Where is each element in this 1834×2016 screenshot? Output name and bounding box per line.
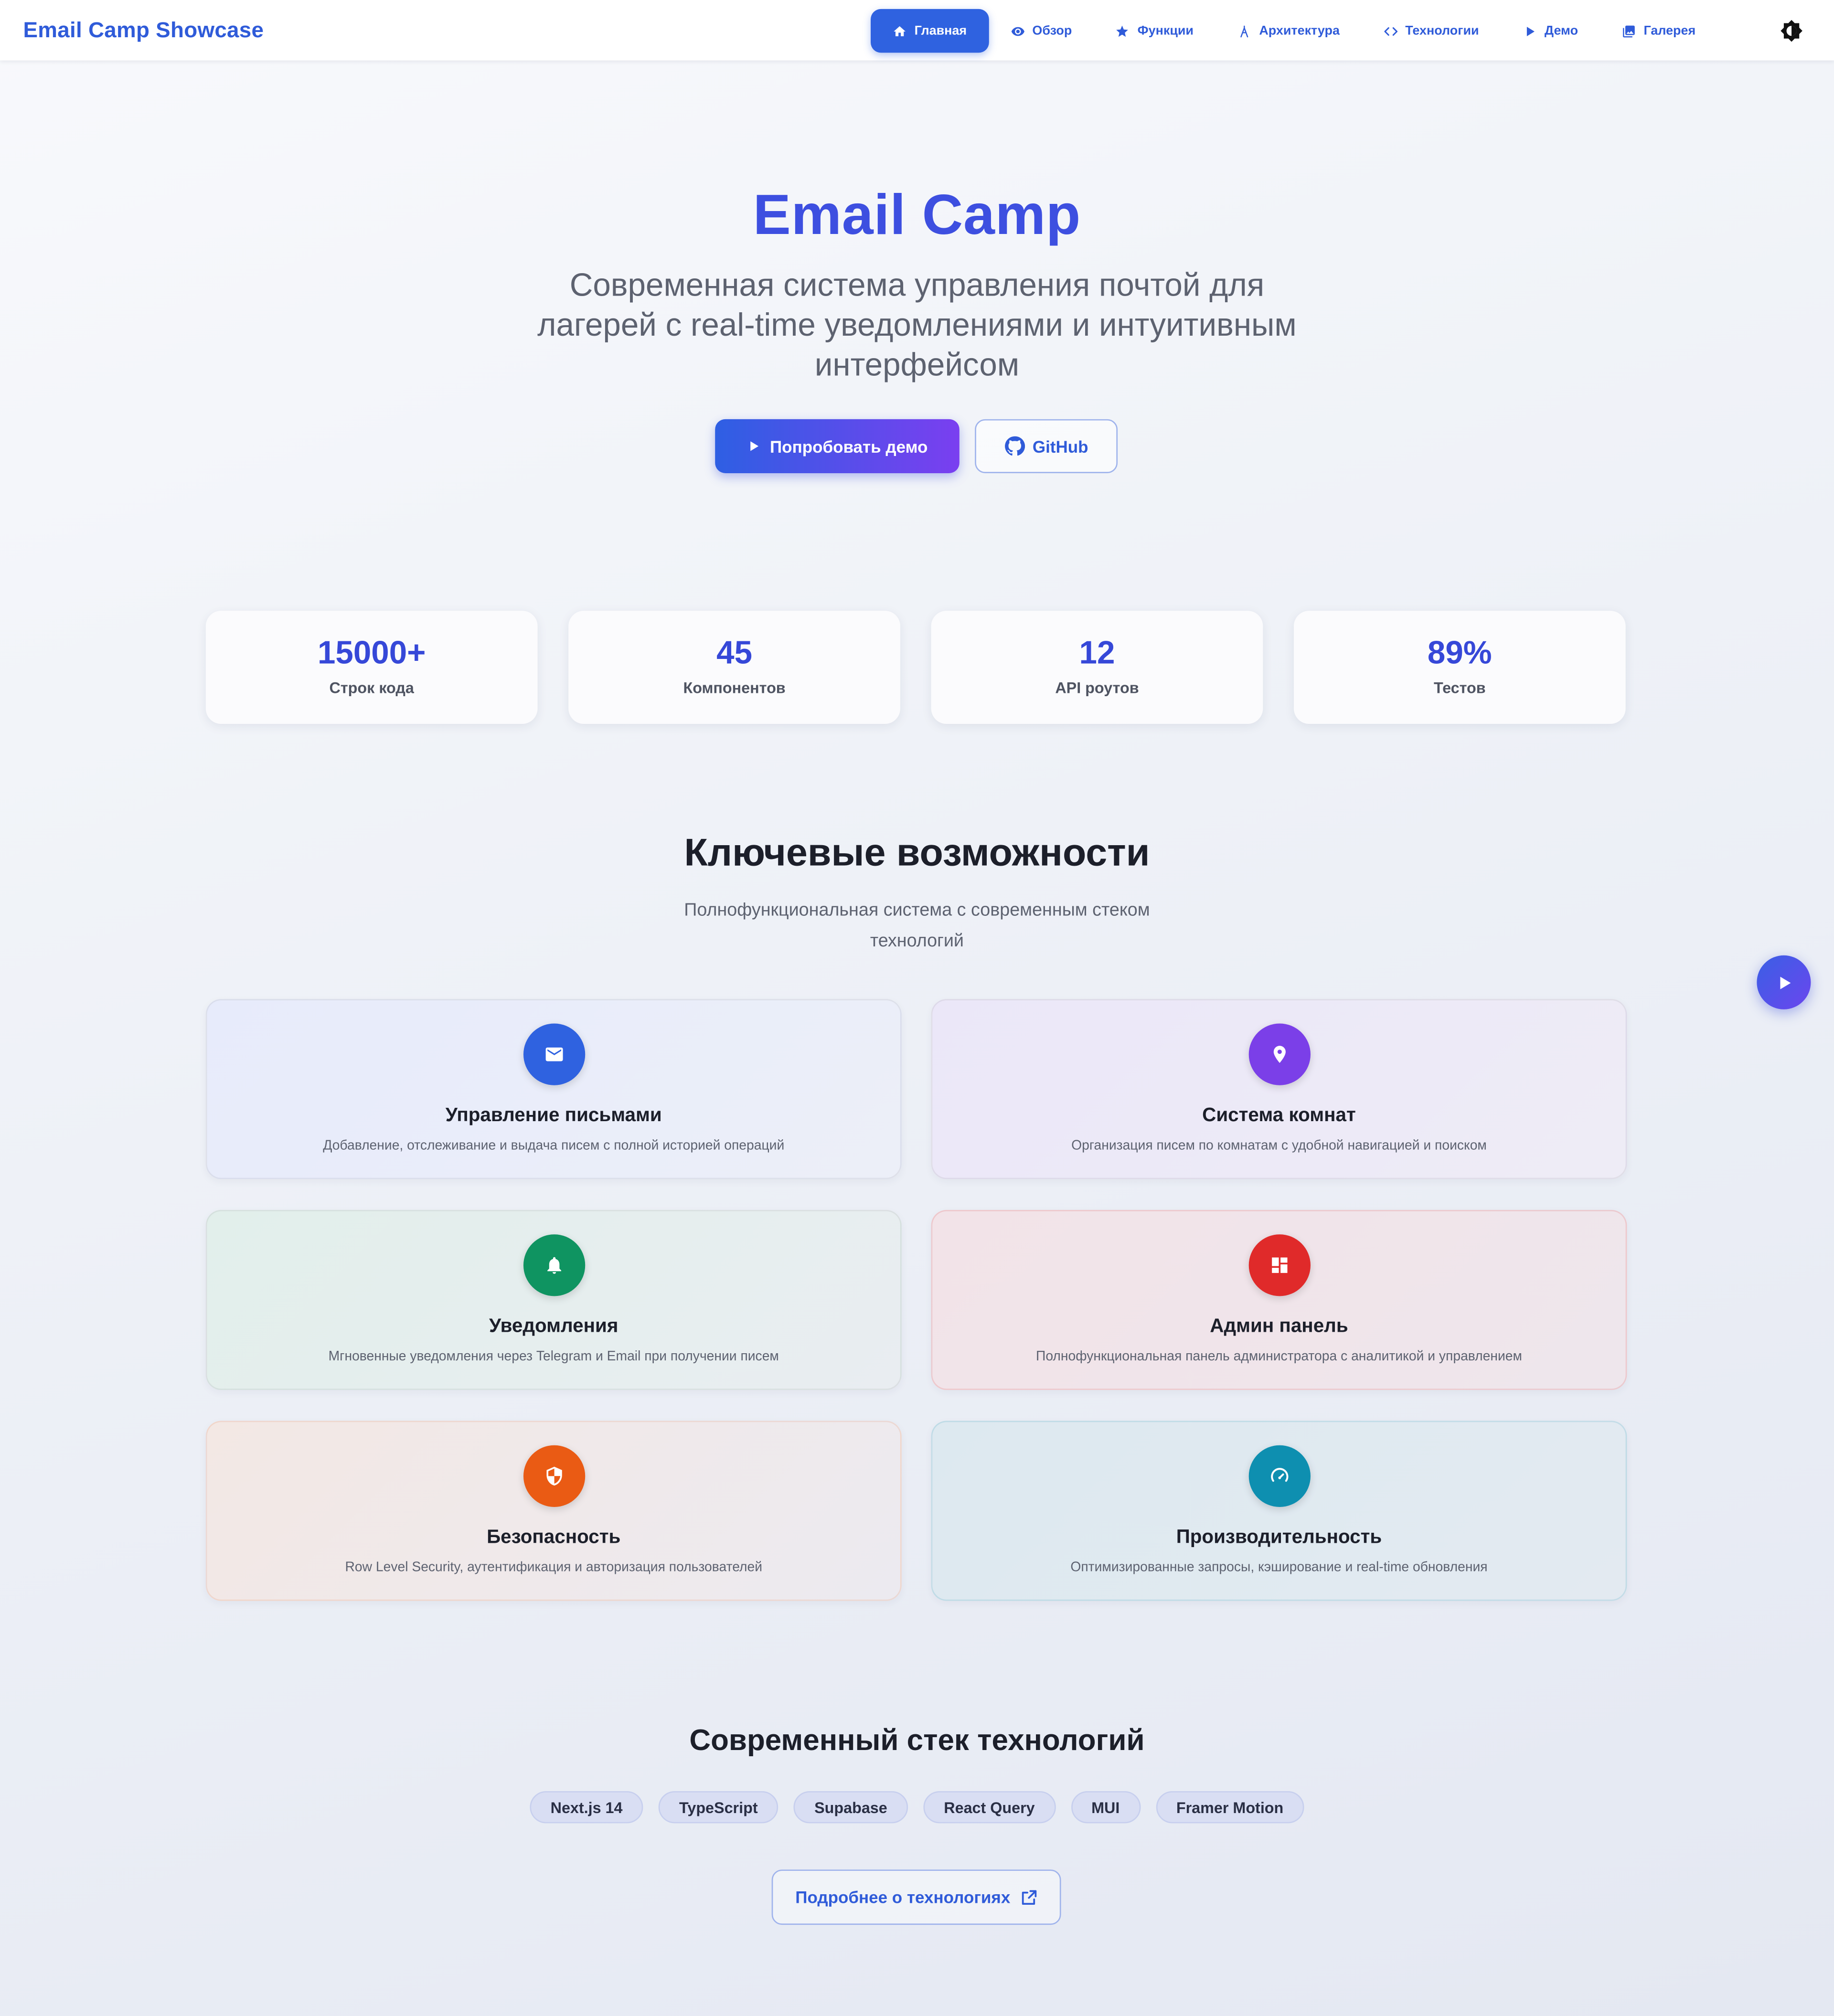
tech-chip[interactable]: React Query	[923, 1791, 1056, 1824]
bell-icon	[547, 1257, 561, 1274]
nav-item-label: Технологии	[1405, 23, 1479, 38]
nav-item-label: Функции	[1137, 23, 1194, 38]
play-icon	[750, 441, 758, 451]
try-demo-label: Попробовать демо	[770, 436, 928, 456]
feature-card-admin-panel[interactable]: Админ панель Полнофункциональная панель …	[931, 1210, 1627, 1390]
feature-title: Система комнат	[1202, 1104, 1356, 1126]
nav-item-label: Демо	[1544, 23, 1578, 38]
feature-title: Уведомления	[489, 1315, 618, 1337]
feature-card-mail-management[interactable]: Управление письмами Добавление, отслежив…	[205, 999, 902, 1179]
tech-chip[interactable]: MUI	[1071, 1791, 1141, 1824]
architecture-icon	[1240, 25, 1248, 37]
github-label: GitHub	[1032, 436, 1088, 456]
feature-title: Безопасность	[487, 1526, 621, 1549]
feature-icon-badge	[523, 1023, 586, 1085]
more-about-tech-label: Подробнее о технологиях	[795, 1888, 1011, 1907]
home-icon	[894, 25, 906, 36]
nav-item-label: Галерея	[1643, 23, 1696, 38]
tech-chip[interactable]: TypeScript	[658, 1791, 778, 1824]
stat-value: 89%	[1427, 635, 1492, 671]
eye-icon	[1011, 26, 1024, 35]
hero-title: Email Camp	[753, 184, 1081, 247]
code-icon	[1384, 26, 1397, 35]
nav-menu: Главная Обзор Функции Архитектура Технол…	[871, 9, 1717, 53]
feature-icon-badge	[523, 1234, 586, 1296]
feature-title: Производительность	[1176, 1526, 1382, 1549]
top-nav-bar: Email Camp Showcase Главная Обзор Функци…	[0, 0, 1834, 61]
stat-value: 15000+	[317, 635, 426, 671]
dashboard-icon	[1272, 1257, 1288, 1273]
feature-description: Добавление, отслеживание и выдача писем …	[323, 1138, 785, 1154]
star-icon	[1117, 25, 1129, 36]
nav-item-architecture[interactable]: Архитектура	[1216, 9, 1362, 53]
feature-title: Админ панель	[1210, 1315, 1348, 1337]
feature-card-security[interactable]: Безопасность Row Level Security, аутенти…	[205, 1421, 902, 1601]
feature-description: Оптимизированные запросы, кэширование и …	[1070, 1560, 1488, 1575]
tech-chip[interactable]: Framer Motion	[1155, 1791, 1304, 1824]
feature-description: Полнофункциональная панель администратор…	[1036, 1348, 1522, 1365]
feature-title: Управление письмами	[445, 1104, 662, 1126]
nav-item-demo[interactable]: Демо	[1501, 9, 1600, 53]
nav-item-home[interactable]: Главная	[871, 9, 989, 53]
feature-description: Организация писем по комнатам с удобной …	[1071, 1138, 1487, 1154]
stat-card-tests: 89% Тестов	[1293, 611, 1626, 724]
nav-item-label: Главная	[914, 23, 967, 38]
gallery-icon	[1623, 25, 1635, 37]
floating-demo-button[interactable]	[1757, 955, 1811, 1009]
stat-label: Тестов	[1433, 679, 1486, 697]
feature-card-notifications[interactable]: Уведомления Мгновенные уведомления через…	[205, 1210, 902, 1390]
feature-icon-badge	[1248, 1234, 1311, 1296]
hero-subtitle: Современная система управления почтой дл…	[537, 267, 1297, 383]
nav-item-overview[interactable]: Обзор	[989, 9, 1094, 53]
mail-icon	[545, 1047, 563, 1061]
speedometer-icon	[1271, 1468, 1289, 1482]
features-title: Ключевые возможности	[684, 832, 1150, 875]
shield-icon	[546, 1466, 562, 1486]
nav-item-features[interactable]: Функции	[1094, 9, 1216, 53]
feature-icon-badge	[523, 1445, 586, 1507]
nav-item-technologies[interactable]: Технологии	[1362, 9, 1501, 53]
stat-label: API роутов	[1055, 679, 1139, 697]
stat-value: 12	[1079, 635, 1115, 671]
feature-card-rooms[interactable]: Система комнат Организация писем по комн…	[931, 999, 1627, 1179]
feature-description: Row Level Security, аутентификация и авт…	[345, 1560, 763, 1575]
try-demo-button[interactable]: Попробовать демо	[715, 419, 960, 473]
theme-toggle-icon[interactable]	[1780, 19, 1803, 42]
stat-value: 45	[716, 635, 753, 671]
nav-item-label: Архитектура	[1259, 23, 1340, 38]
tech-chips: Next.js 14 TypeScript Supabase React Que…	[0, 1791, 1834, 1824]
tech-chip[interactable]: Supabase	[794, 1791, 908, 1824]
feature-icon-badge	[1248, 1023, 1311, 1085]
play-icon	[1780, 976, 1791, 989]
stat-card-lines-of-code: 15000+ Строк кода	[205, 611, 538, 724]
github-icon	[1004, 436, 1025, 456]
stat-label: Строк кода	[329, 679, 414, 697]
feature-description: Мгновенные уведомления через Telegram и …	[328, 1348, 779, 1365]
feature-card-performance[interactable]: Производительность Оптимизированные запр…	[931, 1421, 1627, 1601]
more-about-tech-button[interactable]: Подробнее о технологиях	[771, 1869, 1061, 1925]
location-pin-icon	[1273, 1046, 1286, 1063]
nav-item-gallery[interactable]: Галерея	[1600, 9, 1717, 53]
play-icon	[1526, 26, 1535, 36]
stat-label: Компонентов	[683, 679, 786, 697]
tech-chip[interactable]: Next.js 14	[530, 1791, 643, 1824]
nav-item-label: Обзор	[1032, 23, 1072, 38]
brand-logo[interactable]: Email Camp Showcase	[23, 18, 264, 44]
github-button[interactable]: GitHub	[975, 419, 1118, 473]
tech-stack-title: Современный стек технологий	[689, 1723, 1145, 1757]
stat-card-components: 45 Компонентов	[568, 611, 900, 724]
feature-icon-badge	[1248, 1445, 1311, 1507]
external-link-icon	[1021, 1889, 1036, 1904]
features-subtitle: Полнофункциональная система с современны…	[684, 899, 1150, 950]
stat-card-api-routes: 12 API роутов	[931, 611, 1263, 724]
